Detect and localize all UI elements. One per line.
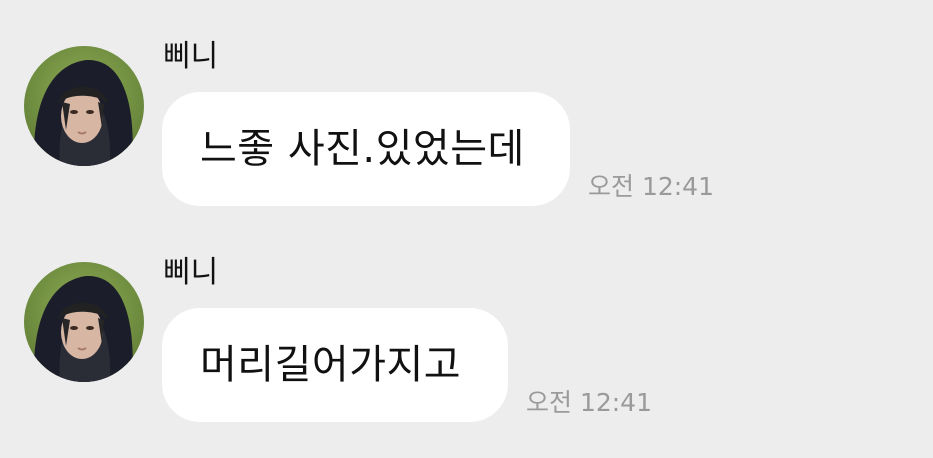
profile-photo-icon [24, 46, 144, 166]
profile-photo-icon [24, 262, 144, 382]
chat-room: 삐니 느좋 사진.있었는데 오전 12:41 삐니 머리길어가지고 오전 12:… [0, 0, 933, 458]
message-text: 머리길어가지고 [200, 342, 462, 388]
avatar[interactable] [24, 262, 144, 382]
message-text: 느좋 사진.있었는데 [200, 126, 525, 172]
sender-name[interactable]: 삐니 [163, 37, 218, 77]
message-bubble[interactable]: 머리길어가지고 [162, 308, 508, 422]
sender-name[interactable]: 삐니 [163, 253, 218, 293]
message-timestamp: 오전 12:41 [588, 172, 714, 201]
message-timestamp: 오전 12:41 [526, 388, 652, 417]
avatar[interactable] [24, 46, 144, 166]
message-bubble[interactable]: 느좋 사진.있었는데 [162, 92, 570, 206]
